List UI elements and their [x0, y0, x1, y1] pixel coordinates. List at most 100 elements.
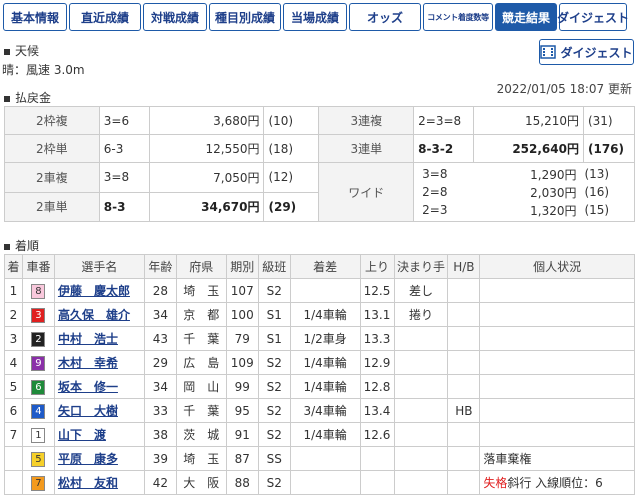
- result-row: 7 1 山下 渡 38 茨 城 91 S2 1/4車輪 12.6: [4, 422, 635, 447]
- tab-6[interactable]: コメント着度数等: [423, 3, 493, 31]
- wide-amount: 2,030円: [530, 185, 577, 200]
- racer-name: 中村 浩士: [53, 326, 145, 351]
- film-icon: [540, 45, 557, 59]
- racer-name-link[interactable]: 矢口 大樹: [58, 404, 118, 418]
- tab-3[interactable]: 種目別成績: [209, 3, 281, 31]
- age: 38: [143, 422, 177, 447]
- age: 39: [143, 446, 177, 471]
- result-row: 2 3 高久保 雄介 34 京 都 100 S1 1/4車輪 13.1 捲り: [4, 302, 635, 327]
- margin: [289, 446, 361, 471]
- tab-5[interactable]: オッズ: [349, 3, 421, 31]
- winning-move: 捲り: [393, 302, 449, 327]
- class: SS: [257, 446, 291, 471]
- column-header: 個人状況: [479, 254, 635, 279]
- tab-7[interactable]: 競走結果: [495, 3, 557, 31]
- wide-row: 3=8 1,290円 (13): [418, 165, 630, 183]
- class: S2: [257, 470, 291, 495]
- term: 79: [225, 326, 259, 351]
- racer-name-link[interactable]: 高久保 雄介: [58, 308, 130, 322]
- term: 109: [225, 350, 259, 375]
- prefecture: 岡 山: [175, 374, 227, 399]
- column-header: 上り: [359, 254, 395, 279]
- bet-type: 3連複: [318, 106, 415, 135]
- personal-status: 落車棄権: [479, 446, 635, 471]
- tab-8[interactable]: ダイジェスト: [557, 3, 629, 31]
- payout-row: 2枠単 6-3 12,550円 (18) 3連単 8-3-2 252,640円 …: [4, 134, 636, 163]
- age: 34: [143, 302, 177, 327]
- class: S1: [257, 302, 291, 327]
- last-lap-time: 12.5: [359, 278, 395, 303]
- term: 91: [225, 422, 259, 447]
- tab-1[interactable]: 直近成績: [69, 3, 141, 31]
- weather-heading: 天候: [0, 42, 85, 59]
- racer-name-link[interactable]: 松村 友和: [58, 476, 118, 490]
- status-text: 斜行 入線順位：6: [507, 476, 603, 490]
- racer-name: 山下 渡: [53, 422, 145, 447]
- personal-status: [479, 350, 635, 375]
- margin: 1/4車輪: [289, 350, 361, 375]
- popularity: (29): [263, 191, 320, 222]
- racer-name-link[interactable]: 木村 幸希: [58, 356, 118, 370]
- popularity: (12): [263, 162, 320, 193]
- last-lap-time: 12.6: [359, 422, 395, 447]
- racer-name-link[interactable]: 伊藤 慶太郎: [58, 284, 130, 298]
- wide-combo: 3=8: [422, 167, 448, 181]
- combo: 3=6: [98, 106, 150, 135]
- racer-name: 平原 康多: [53, 446, 145, 471]
- finish-position: [4, 446, 23, 471]
- payout-table: 2枠複 3=6 3,680円 (10) 3連複 2=3=8 15,210円 (3…: [4, 106, 636, 222]
- hb: [447, 446, 481, 471]
- column-header: 府県: [175, 254, 227, 279]
- class: S2: [257, 350, 291, 375]
- winning-move: [393, 422, 449, 447]
- combo: 3=8: [98, 162, 150, 193]
- racer-name: 矢口 大樹: [53, 398, 145, 423]
- tab-2[interactable]: 対戦成績: [143, 3, 207, 31]
- bet-type: 3連単: [318, 134, 415, 163]
- column-header: 選手名: [53, 254, 145, 279]
- amount: 7,050円: [148, 162, 265, 193]
- column-header: 決まり手: [393, 254, 449, 279]
- racer-name-link[interactable]: 中村 浩士: [58, 332, 118, 346]
- disqualified-label: 失格: [483, 476, 508, 490]
- car-number-badge: 4: [31, 403, 46, 419]
- hb: [447, 422, 481, 447]
- margin: 1/4車輪: [289, 422, 361, 447]
- last-lap-time: 12.8: [359, 374, 395, 399]
- margin: 1/4車輪: [289, 302, 361, 327]
- car-number: 3: [21, 302, 55, 327]
- hb: [447, 470, 481, 495]
- prefecture: 大 阪: [175, 470, 227, 495]
- class: S2: [257, 278, 291, 303]
- hb: [447, 374, 481, 399]
- result-row: 7 松村 友和 42 大 阪 88 S2 失格斜行 入線順位：6: [4, 470, 635, 495]
- car-number-badge: 2: [31, 331, 46, 347]
- tab-0[interactable]: 基本情報: [3, 3, 67, 31]
- car-number: 8: [21, 278, 55, 303]
- car-number: 2: [21, 326, 55, 351]
- tab-4[interactable]: 当場成績: [283, 3, 347, 31]
- age: 34: [143, 374, 177, 399]
- finish-position: 4: [4, 350, 23, 375]
- car-number: 6: [21, 374, 55, 399]
- car-number-badge: 9: [31, 355, 46, 371]
- racer-name-link[interactable]: 坂本 修一: [58, 380, 118, 394]
- column-header: 期別: [225, 254, 259, 279]
- results-heading: 着順: [0, 237, 39, 254]
- racer-name-link[interactable]: 平原 康多: [58, 452, 118, 466]
- racer-name: 木村 幸希: [53, 350, 145, 375]
- updated-timestamp: 2022/01/05 18:07 更新: [496, 82, 632, 96]
- hb: [447, 278, 481, 303]
- hb: [447, 326, 481, 351]
- car-number: 7: [21, 470, 55, 495]
- racer-name-link[interactable]: 山下 渡: [58, 428, 106, 442]
- personal-status: [479, 374, 635, 399]
- result-row: 5 平原 康多 39 埼 玉 87 SS 落車棄権: [4, 446, 635, 471]
- bet-type: 2枠単: [4, 134, 100, 163]
- digest-button[interactable]: ダイジェスト: [539, 39, 634, 65]
- result-row: 4 9 木村 幸希 29 広 島 109 S2 1/4車輪 12.9: [4, 350, 635, 375]
- car-number: 9: [21, 350, 55, 375]
- margin: 1/4車輪: [289, 374, 361, 399]
- racer-name: 高久保 雄介: [53, 302, 145, 327]
- column-header: H/B: [447, 254, 481, 279]
